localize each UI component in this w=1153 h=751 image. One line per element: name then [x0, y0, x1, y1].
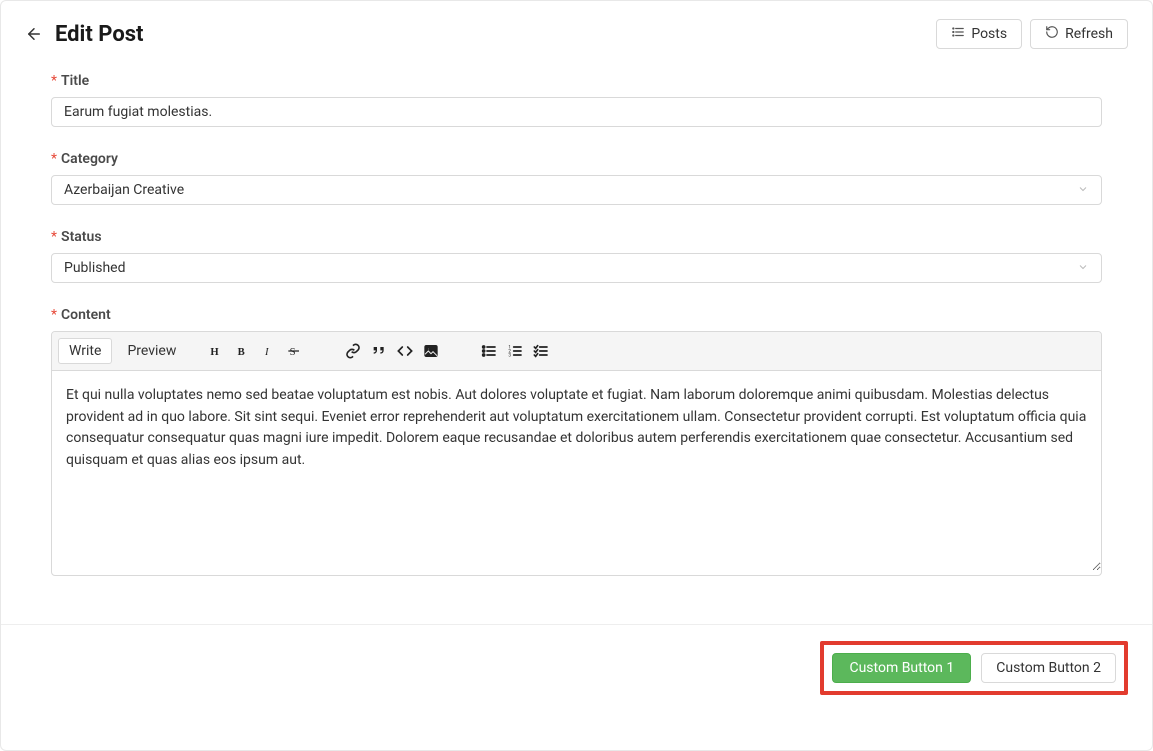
refresh-button[interactable]: Refresh [1030, 19, 1128, 49]
image-icon[interactable] [423, 343, 439, 359]
status-value: Published [64, 260, 125, 276]
unordered-list-icon[interactable] [481, 343, 497, 359]
svg-text:3: 3 [509, 352, 512, 358]
heading-icon[interactable]: H [209, 343, 225, 359]
title-label: *Title [51, 73, 1102, 89]
strikethrough-icon[interactable]: S [287, 343, 303, 359]
preview-tab[interactable]: Preview [116, 338, 187, 364]
italic-icon[interactable]: I [261, 343, 277, 359]
custom-button-1[interactable]: Custom Button 1 [832, 653, 971, 683]
quote-icon[interactable] [371, 343, 387, 359]
status-label: *Status [51, 229, 1102, 245]
svg-text:I: I [264, 347, 269, 358]
svg-text:H: H [211, 347, 220, 358]
page-title: Edit Post [55, 22, 936, 47]
link-icon[interactable] [345, 343, 361, 359]
svg-text:S: S [290, 347, 296, 358]
category-select[interactable]: Azerbaijan Creative [51, 175, 1102, 205]
custom-button-2[interactable]: Custom Button 2 [981, 653, 1116, 683]
list-icon [951, 25, 965, 43]
footer-actions-highlight: Custom Button 1 Custom Button 2 [820, 641, 1128, 695]
title-input[interactable] [51, 97, 1102, 127]
category-value: Azerbaijan Creative [64, 182, 184, 198]
content-label: *Content [51, 307, 1102, 323]
refresh-icon [1045, 25, 1059, 43]
content-editor: Write Preview H B I S [51, 331, 1102, 576]
content-textarea[interactable] [52, 371, 1101, 571]
category-label: *Category [51, 151, 1102, 167]
chevron-down-icon [1077, 261, 1089, 276]
status-select[interactable]: Published [51, 253, 1102, 283]
posts-button[interactable]: Posts [936, 19, 1022, 49]
svg-text:B: B [238, 347, 245, 358]
back-arrow-icon[interactable] [25, 25, 43, 43]
write-tab[interactable]: Write [58, 338, 112, 364]
posts-button-label: Posts [971, 26, 1007, 42]
bold-icon[interactable]: B [235, 343, 251, 359]
code-icon[interactable] [397, 343, 413, 359]
checklist-icon[interactable] [533, 343, 549, 359]
ordered-list-icon[interactable]: 123 [507, 343, 523, 359]
chevron-down-icon [1077, 183, 1089, 198]
refresh-button-label: Refresh [1065, 26, 1113, 42]
